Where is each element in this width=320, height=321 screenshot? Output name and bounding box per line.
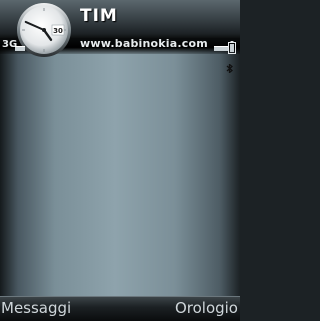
clock-date-label: 30 bbox=[53, 27, 63, 35]
right-softkey[interactable]: Orologio bbox=[175, 299, 238, 317]
website-url: www.babinokia.com bbox=[80, 37, 208, 50]
battery-icon bbox=[228, 39, 236, 54]
left-softkey[interactable]: Messaggi bbox=[1, 299, 71, 317]
bluetooth-icon bbox=[226, 58, 234, 74]
signal-strength-icon bbox=[15, 46, 25, 51]
battery-level-bar bbox=[214, 46, 228, 51]
operator-name: TIM bbox=[80, 6, 118, 26]
